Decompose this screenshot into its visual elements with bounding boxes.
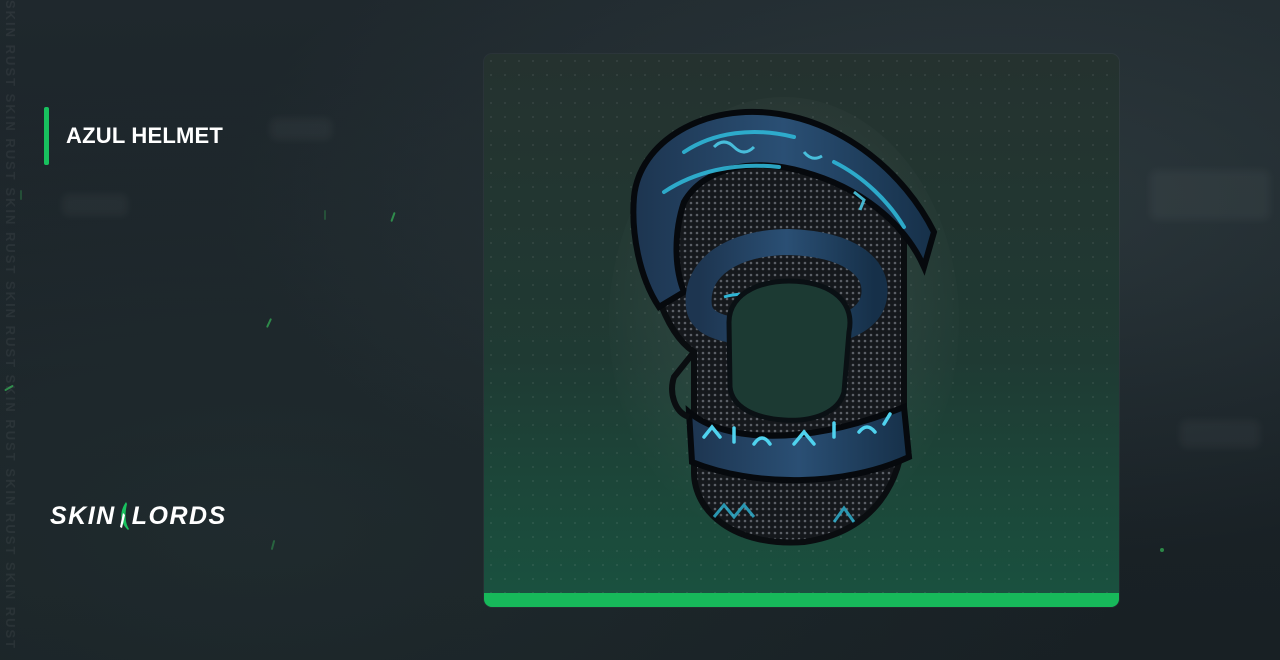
item-title-block: AZUL HELMET	[44, 107, 223, 165]
spark-decoration	[270, 539, 276, 551]
background-blur	[1180, 420, 1260, 448]
brand-logo: SKIN LORDS	[50, 500, 227, 532]
spark-decoration	[324, 210, 326, 220]
spark-decoration	[1160, 548, 1164, 552]
background-blur	[1150, 170, 1270, 220]
rarity-bar	[484, 593, 1119, 607]
item-preview-screen: SKIN RUST SKIN RUST SKIN RUST SKIN RUST …	[0, 0, 1280, 660]
side-watermark: SKIN RUST SKIN RUST SKIN RUST SKIN RUST …	[3, 0, 18, 651]
blade-icon	[119, 502, 129, 530]
helmet-image	[609, 97, 959, 547]
background-blur	[62, 194, 128, 216]
title-accent-bar	[44, 107, 49, 165]
logo-text-right: LORDS	[131, 501, 227, 530]
background-blur	[270, 118, 332, 140]
item-image-card	[484, 54, 1119, 607]
spark-decoration	[20, 190, 22, 200]
spark-decoration	[390, 211, 396, 223]
item-title: AZUL HELMET	[66, 123, 224, 148]
spark-decoration	[265, 318, 273, 328]
logo-text-left: SKIN	[50, 501, 116, 530]
